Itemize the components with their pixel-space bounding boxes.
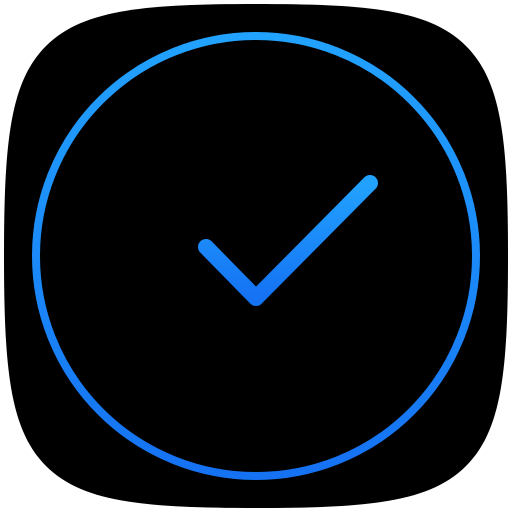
icon-background [4, 4, 508, 508]
icon-canvas [0, 0, 512, 512]
app-icon[interactable] [0, 0, 512, 512]
